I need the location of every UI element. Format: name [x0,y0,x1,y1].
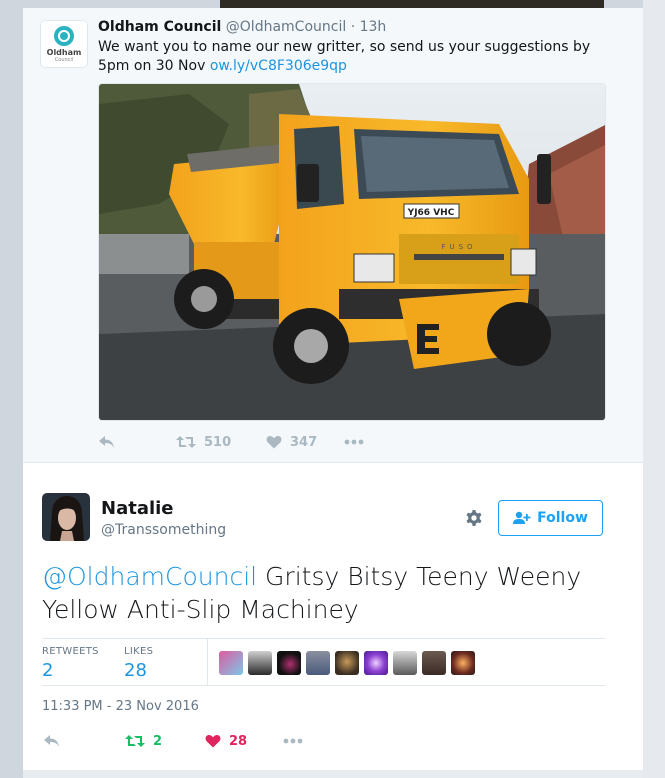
liker-avatar[interactable] [451,651,475,675]
retweet-icon [176,436,196,448]
liker-avatar[interactable] [248,651,272,675]
number-plate-text: YJ66 VHC [407,208,455,218]
natalie-avatar[interactable] [42,493,90,541]
parent-tweet-time[interactable]: 13h [360,19,387,35]
more-icon [344,439,364,445]
parent-like-button[interactable]: 347 [266,435,344,450]
likes-stat-label: LIKES [124,646,154,657]
retweets-stat-label: RETWEETS [42,646,99,657]
follow-button[interactable]: Follow [498,500,603,536]
reply-icon [44,735,59,747]
parent-reply-button[interactable] [98,435,176,449]
parent-tweet-header: Oldham Council @OldhamCouncil · 13h [98,18,386,36]
liker-avatar[interactable] [393,651,417,675]
stats-divider [207,639,208,685]
liker-avatars [219,651,480,675]
likes-stat-value: 28 [124,660,147,681]
parent-author-name[interactable]: Oldham Council [98,19,221,35]
oldham-logo-icon [54,25,74,46]
tweet-timestamp[interactable]: 11:33 PM - 23 Nov 2016 [42,699,199,715]
tweet-stats: RETWEETS 2 LIKES 28 [42,638,605,686]
retweets-stat-value: 2 [42,660,54,681]
liker-avatar[interactable] [306,651,330,675]
tweet-text: @OldhamCouncil Gritsy Bitsy Teeny Weeny … [42,560,627,626]
more-options-button[interactable] [464,508,484,532]
likes-stat[interactable]: LIKES 28 [124,645,153,682]
more-icon [283,738,303,744]
parent-retweet-button[interactable]: 510 [176,435,266,450]
header-separator: · [350,19,356,35]
liker-avatar[interactable] [422,651,446,675]
like-count: 28 [229,733,248,749]
retweet-icon [125,735,145,747]
retweets-stat[interactable]: RETWEETS 2 [42,645,99,682]
gritter-photo[interactable]: YJ66 VHC FUSO E [98,83,606,421]
reply-icon [99,436,114,448]
cab-logo-text: FUSO [441,243,476,251]
reply-button[interactable] [43,734,125,748]
more-button[interactable] [283,738,303,744]
like-button[interactable]: 28 [205,734,283,749]
gritter-truck-image: YJ66 VHC FUSO E [99,84,605,420]
parent-tweet-text: We want you to name our new gritter, so … [98,38,618,76]
heart-icon [205,734,221,748]
parent-tweet-actions: 510 347 [98,432,364,452]
retweet-button[interactable]: 2 [125,734,205,749]
background-photo-edge [220,0,604,8]
tweet-mention[interactable]: @OldhamCouncil [42,562,257,591]
oldham-council-avatar[interactable]: Oldham Council [40,20,88,68]
liker-avatar[interactable] [219,651,243,675]
logo-subword: Council [54,56,74,63]
author-name[interactable]: Natalie [101,498,174,520]
liker-avatar[interactable] [335,651,359,675]
replies-section-edge [23,770,643,778]
follow-label: Follow [537,510,588,526]
follow-person-icon [513,511,531,524]
profile-photo-icon [42,493,90,541]
parent-tweet[interactable]: Oldham Council Oldham Council @OldhamCou… [23,8,643,463]
logo-word: Oldham [46,47,82,57]
parent-retweet-count: 510 [204,434,232,450]
retweet-count: 2 [153,733,163,749]
page-background-strip [643,0,665,778]
parent-author-handle[interactable]: @OldhamCouncil [226,19,346,35]
main-tweet: Natalie @Transsomething Follow @OldhamCo… [23,463,643,778]
parent-more-button[interactable] [344,439,364,445]
parent-tweet-link[interactable]: ow.ly/vC8F306e9qp [210,58,347,74]
author-handle[interactable]: @Transsomething [101,521,226,539]
parent-like-count: 347 [290,434,318,450]
liker-avatar[interactable] [277,651,301,675]
gear-icon [466,510,482,526]
liker-avatar[interactable] [364,651,388,675]
heart-icon [266,435,282,449]
tweet-actions: 2 28 [43,731,303,751]
tweet-permalink-modal: Oldham Council Oldham Council @OldhamCou… [23,8,643,778]
